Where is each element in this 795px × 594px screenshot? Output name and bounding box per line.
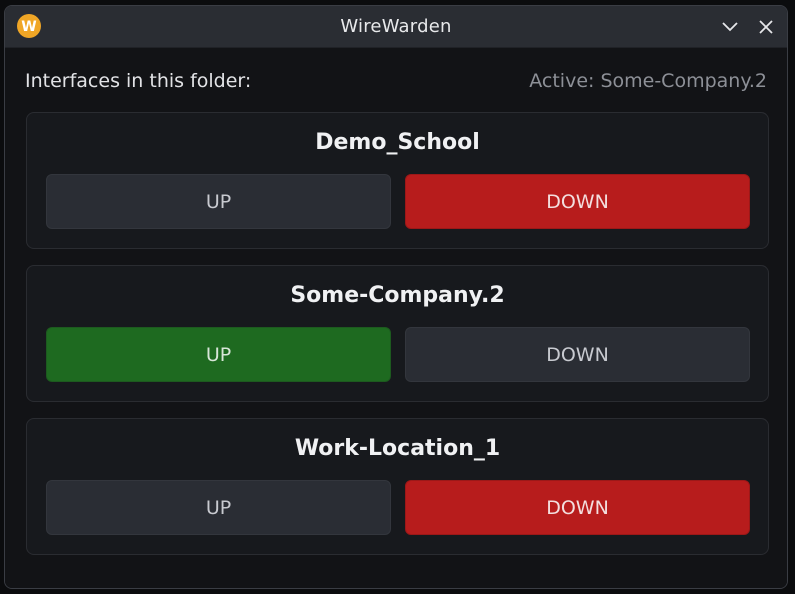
interface-card-some-company-2: Some-Company.2 UP DOWN [26,265,769,402]
chevron-down-icon[interactable] [718,15,742,39]
main-content: Interfaces in this folder: Active: Some-… [5,48,787,588]
up-button[interactable]: UP [46,480,391,535]
window-title: WireWarden [340,16,452,37]
interface-name: Work-Location_1 [294,436,501,461]
down-button[interactable]: DOWN [405,174,750,229]
folder-label: Interfaces in this folder: [25,70,252,92]
active-interface-label: Active: Some-Company.2 [529,70,767,92]
interface-card-work-location-1: Work-Location_1 UP DOWN [26,418,769,555]
interface-name: Demo_School [315,130,480,155]
title-bar[interactable]: W WireWarden [5,6,787,48]
up-button[interactable]: UP [46,327,391,382]
up-button[interactable]: UP [46,174,391,229]
close-icon[interactable] [754,15,778,39]
app-window: W WireWarden Interfaces in this folder: … [4,5,788,589]
interface-name: Some-Company.2 [290,283,505,308]
interface-card-demo-school: Demo_School UP DOWN [26,112,769,249]
down-button[interactable]: DOWN [405,327,750,382]
down-button[interactable]: DOWN [405,480,750,535]
